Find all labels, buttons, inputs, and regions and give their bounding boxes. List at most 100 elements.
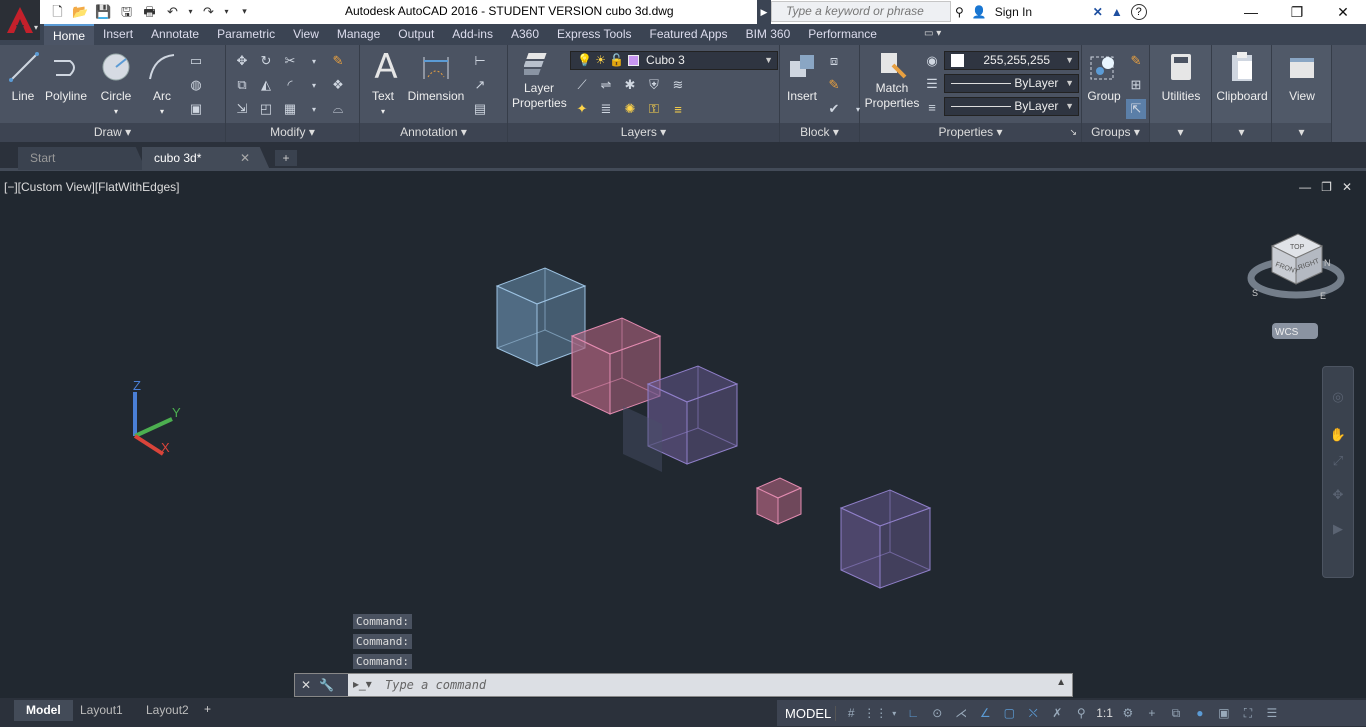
group-edit-icon[interactable]: ⊞: [1126, 75, 1146, 95]
modify-panel-title[interactable]: Modify ▾: [226, 123, 359, 142]
edit-attributes-icon[interactable]: ✔: [824, 99, 844, 119]
layout-tab-layout2[interactable]: Layout2: [134, 700, 201, 721]
command-prompt-icon[interactable]: ▸_▾: [353, 677, 372, 691]
model-space-canvas[interactable]: Z Y X TOP FRONT RIGHT N S E WCS: [0, 174, 1366, 698]
edit-block-icon[interactable]: ✎: [824, 75, 844, 95]
tab-featured-apps[interactable]: Featured Apps: [641, 24, 737, 45]
minimize-icon[interactable]: —: [1228, 0, 1274, 24]
region-icon[interactable]: ▣: [186, 99, 206, 119]
group-button[interactable]: Group: [1084, 49, 1124, 104]
freeze-icon[interactable]: ✺: [620, 99, 640, 119]
tab-bim-360[interactable]: BIM 360: [737, 24, 800, 45]
linetype-dropdown[interactable]: ByLayer ▼: [944, 74, 1079, 93]
clipboard-panel[interactable]: Clipboard ▾: [1212, 45, 1272, 142]
open-icon[interactable]: 📂: [71, 2, 90, 21]
rectangle-icon[interactable]: ▭: [186, 51, 206, 71]
circle-dropdown-icon[interactable]: ▾: [96, 104, 136, 119]
exchange-icon[interactable]: ✕: [1093, 5, 1103, 19]
linear-dim-icon[interactable]: ⊢: [470, 51, 490, 71]
create-block-icon[interactable]: ⧈: [824, 51, 844, 71]
fillet-icon[interactable]: ◜: [280, 75, 300, 95]
insert-button[interactable]: Insert: [784, 49, 820, 104]
plot-icon[interactable]: 🖶: [140, 2, 159, 21]
tab-output[interactable]: Output: [389, 24, 443, 45]
add-icon[interactable]: +: [1143, 704, 1161, 722]
drawing-viewport[interactable]: [−][Custom View][FlatWithEdges] — ❐ ✕ Z …: [0, 174, 1366, 698]
tab-express-tools[interactable]: Express Tools: [548, 24, 640, 45]
trim-icon[interactable]: ✂: [280, 51, 300, 71]
clipboard-button[interactable]: Clipboard: [1214, 49, 1270, 104]
tab-a360[interactable]: A360: [502, 24, 548, 45]
pan-icon[interactable]: ✋: [1328, 425, 1348, 445]
tab-insert[interactable]: Insert: [94, 24, 142, 45]
help-icon[interactable]: ?: [1130, 4, 1147, 20]
wcs-label[interactable]: WCS: [1275, 327, 1299, 338]
object-snap-icon[interactable]: ▢: [1000, 704, 1018, 722]
annotation-visibility-icon[interactable]: ⛌: [1024, 704, 1042, 722]
layer-off-icon[interactable]: ✱: [620, 75, 640, 95]
table-icon[interactable]: ▤: [470, 99, 490, 119]
match-properties-button[interactable]: Match Properties: [864, 49, 920, 111]
auto-scale-icon[interactable]: ✗: [1048, 704, 1066, 722]
snap-dropdown-icon[interactable]: ▾: [890, 704, 898, 722]
text-dropdown-icon[interactable]: ▾: [368, 104, 398, 119]
command-input[interactable]: Type a command: [385, 678, 486, 692]
annotation-panel-title[interactable]: Annotation ▾: [360, 123, 507, 142]
workspace-gear-icon[interactable]: ⚙: [1119, 704, 1137, 722]
file-tab-cubo[interactable]: cubo 3d* ✕: [142, 147, 270, 170]
properties-launcher-icon[interactable]: ↘: [1069, 123, 1077, 142]
color-dropdown[interactable]: 255,255,255 ▼: [944, 51, 1079, 70]
clean-screen-icon[interactable]: ⛶: [1239, 704, 1257, 722]
text-button[interactable]: A Text ▾: [368, 49, 398, 119]
showmotion-icon[interactable]: ▶: [1328, 519, 1348, 539]
view-expand[interactable]: ▾: [1272, 123, 1331, 142]
draw-panel-title[interactable]: Draw ▾: [0, 123, 225, 142]
new-tab-icon[interactable]: +: [275, 150, 297, 166]
ribbon-minimize-icon[interactable]: ▭ ▾: [924, 28, 941, 39]
tab-manage[interactable]: Manage: [328, 24, 389, 45]
layer-properties-button[interactable]: Layer Properties: [512, 49, 567, 111]
layer-state-icon[interactable]: ≋: [668, 75, 688, 95]
expand-search-icon[interactable]: ▶: [757, 0, 771, 24]
close-icon[interactable]: ✕: [1320, 0, 1366, 24]
scale-icon[interactable]: ◰: [256, 99, 276, 119]
view-panel[interactable]: View ▾: [1272, 45, 1332, 142]
line-button[interactable]: Line: [6, 49, 40, 104]
unlock-icon[interactable]: ⚿: [644, 99, 664, 119]
grid-icon[interactable]: #: [842, 704, 860, 722]
viewcube-top-label[interactable]: TOP: [1290, 244, 1305, 251]
annotation-scale-icon[interactable]: ⚲: [1072, 704, 1090, 722]
isodraft-icon[interactable]: ⋌: [952, 704, 970, 722]
units-icon[interactable]: ⧉: [1167, 704, 1185, 722]
leader-icon[interactable]: ↗: [470, 75, 490, 95]
rotate-icon[interactable]: ↻: [256, 51, 276, 71]
hatch-icon[interactable]: ◍: [186, 75, 206, 95]
array-dropdown-icon[interactable]: ▾: [304, 99, 324, 119]
layer-match-icon[interactable]: ⇌: [596, 75, 616, 95]
tab-home[interactable]: Home: [44, 24, 95, 45]
circle-button[interactable]: Circle ▾: [96, 49, 136, 119]
tab-annotate[interactable]: Annotate: [142, 24, 208, 45]
layer-iso-icon[interactable]: ⟋: [572, 75, 592, 95]
utilities-expand[interactable]: ▾: [1150, 123, 1211, 142]
polar-icon[interactable]: ⊙: [928, 704, 946, 722]
snap-icon[interactable]: ⋮⋮: [863, 704, 887, 722]
layer-walk-icon[interactable]: ≣: [596, 99, 616, 119]
command-customize-icon[interactable]: 🔧: [319, 678, 334, 692]
layer-lock-tool-icon[interactable]: ⛨: [644, 75, 664, 95]
file-tab-start[interactable]: Start: [18, 147, 146, 170]
object-snap-tracking-icon[interactable]: ∠: [976, 704, 994, 722]
offset-icon[interactable]: ⌓: [328, 99, 348, 119]
redo-dropdown-icon[interactable]: ▾: [222, 2, 231, 21]
customize-qat-icon[interactable]: ▾: [235, 2, 254, 21]
groups-panel-title[interactable]: Groups ▾: [1082, 123, 1149, 142]
hardware-acceleration-icon[interactable]: ▣: [1215, 704, 1233, 722]
copy-icon[interactable]: ⧉: [232, 75, 252, 95]
dimension-button[interactable]: Dimension: [406, 49, 466, 104]
restore-icon[interactable]: ❐: [1274, 0, 1320, 24]
model-space-toggle[interactable]: MODEL: [781, 705, 837, 721]
properties-panel-title[interactable]: Properties ▾ ↘: [860, 123, 1081, 142]
layers-panel-title[interactable]: Layers ▾: [508, 123, 779, 142]
layer-merge-icon[interactable]: ≡: [668, 99, 688, 119]
zoom-extents-icon[interactable]: ⤢: [1328, 451, 1348, 471]
